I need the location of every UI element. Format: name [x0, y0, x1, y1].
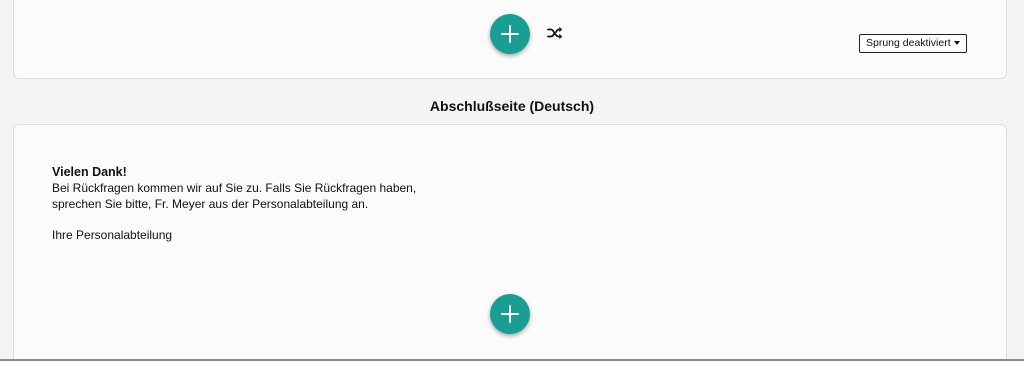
bottom-strip — [0, 361, 1024, 374]
add-question-button[interactable] — [490, 14, 530, 54]
message-signature: Ihre Personalabteilung — [52, 228, 173, 242]
jump-dropdown[interactable]: Sprung deaktiviert — [859, 34, 967, 53]
closing-message[interactable]: Vielen Dank! Bei Rückfragen kommen wir a… — [52, 164, 416, 243]
page-title: Abschlußseite (Deutsch) — [429, 98, 595, 114]
message-line: Bei Rückfragen kommen wir auf Sie zu. Fa… — [52, 181, 417, 195]
jump-dropdown-value: Sprung deaktiviert — [866, 37, 951, 49]
caret-down-icon — [953, 41, 960, 45]
plus-icon — [501, 25, 519, 43]
add-content-button[interactable] — [490, 294, 530, 334]
shuffle-icon[interactable] — [547, 26, 563, 40]
plus-icon — [501, 305, 519, 323]
message-line: sprechen Sie bitte, Fr. Meyer aus der Pe… — [52, 197, 369, 211]
closing-page-card — [13, 124, 1007, 374]
message-heading: Vielen Dank! — [52, 165, 127, 179]
